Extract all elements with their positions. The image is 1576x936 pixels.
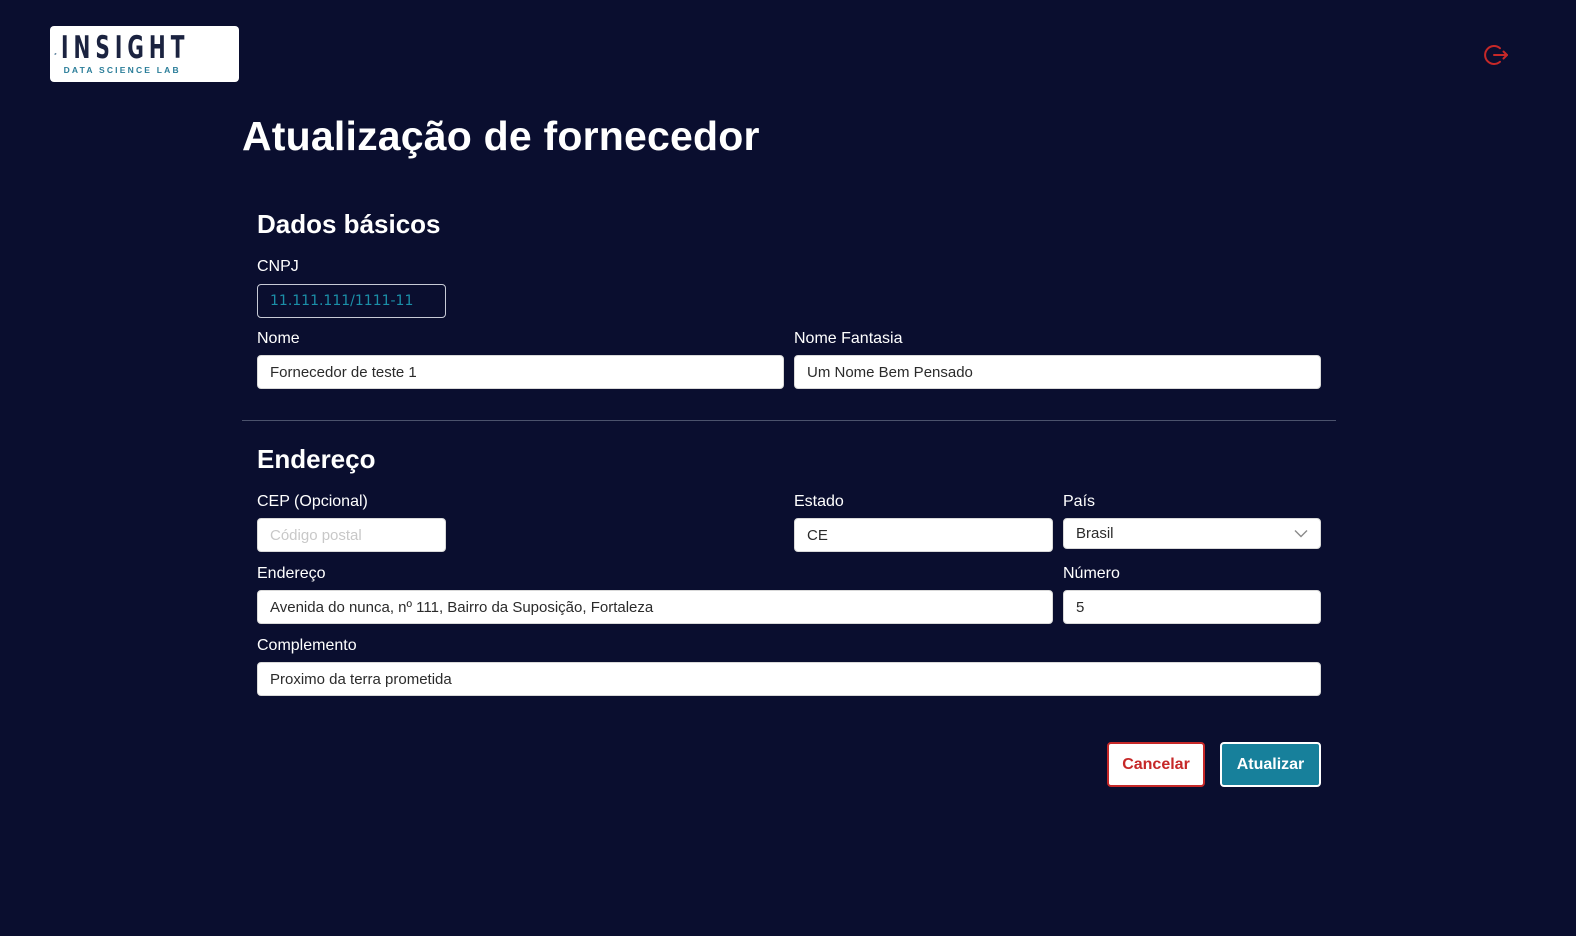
- nome-label: Nome: [257, 330, 300, 347]
- cnpj-field[interactable]: [257, 284, 446, 318]
- estado-field[interactable]: [794, 518, 1053, 552]
- insight-logo: INSIGHT DATA SCIENCE LAB: [50, 26, 239, 82]
- logout-icon[interactable]: [1483, 42, 1509, 68]
- app-root: INSIGHT DATA SCIENCE LAB Atualização de …: [0, 0, 1576, 936]
- numero-label: Número: [1063, 565, 1120, 582]
- logo-wordmark: INSIGHT: [60, 30, 190, 66]
- nome-field[interactable]: [257, 355, 784, 389]
- page-title: Atualização de fornecedor: [242, 113, 760, 159]
- logo-text: INSIGHT DATA SCIENCE LAB: [60, 30, 239, 76]
- cep-label: CEP (Opcional): [257, 493, 368, 510]
- pais-select-value: Brasil: [1076, 525, 1114, 542]
- pais-select[interactable]: Brasil: [1063, 518, 1321, 549]
- chevron-down-icon: [1294, 530, 1308, 538]
- section-title-address: Endereço: [257, 444, 376, 474]
- rocket-logo-icon: [54, 52, 57, 56]
- logo-subtitle: DATA SCIENCE LAB: [63, 65, 181, 75]
- cep-field[interactable]: [257, 518, 446, 552]
- complemento-field[interactable]: [257, 662, 1321, 696]
- estado-label: Estado: [794, 493, 844, 510]
- complemento-label: Complemento: [257, 637, 357, 654]
- nome-fantasia-field[interactable]: [794, 355, 1321, 389]
- section-divider: [242, 420, 1336, 421]
- section-title-basic: Dados básicos: [257, 209, 441, 239]
- numero-field[interactable]: [1063, 590, 1321, 624]
- pais-label: País: [1063, 493, 1096, 510]
- nome-fantasia-label: Nome Fantasia: [794, 330, 903, 347]
- endereco-label: Endereço: [257, 565, 326, 582]
- cancel-button[interactable]: Cancelar: [1107, 742, 1205, 787]
- cnpj-label: CNPJ: [257, 258, 299, 275]
- update-button[interactable]: Atualizar: [1220, 742, 1321, 787]
- endereco-field[interactable]: [257, 590, 1053, 624]
